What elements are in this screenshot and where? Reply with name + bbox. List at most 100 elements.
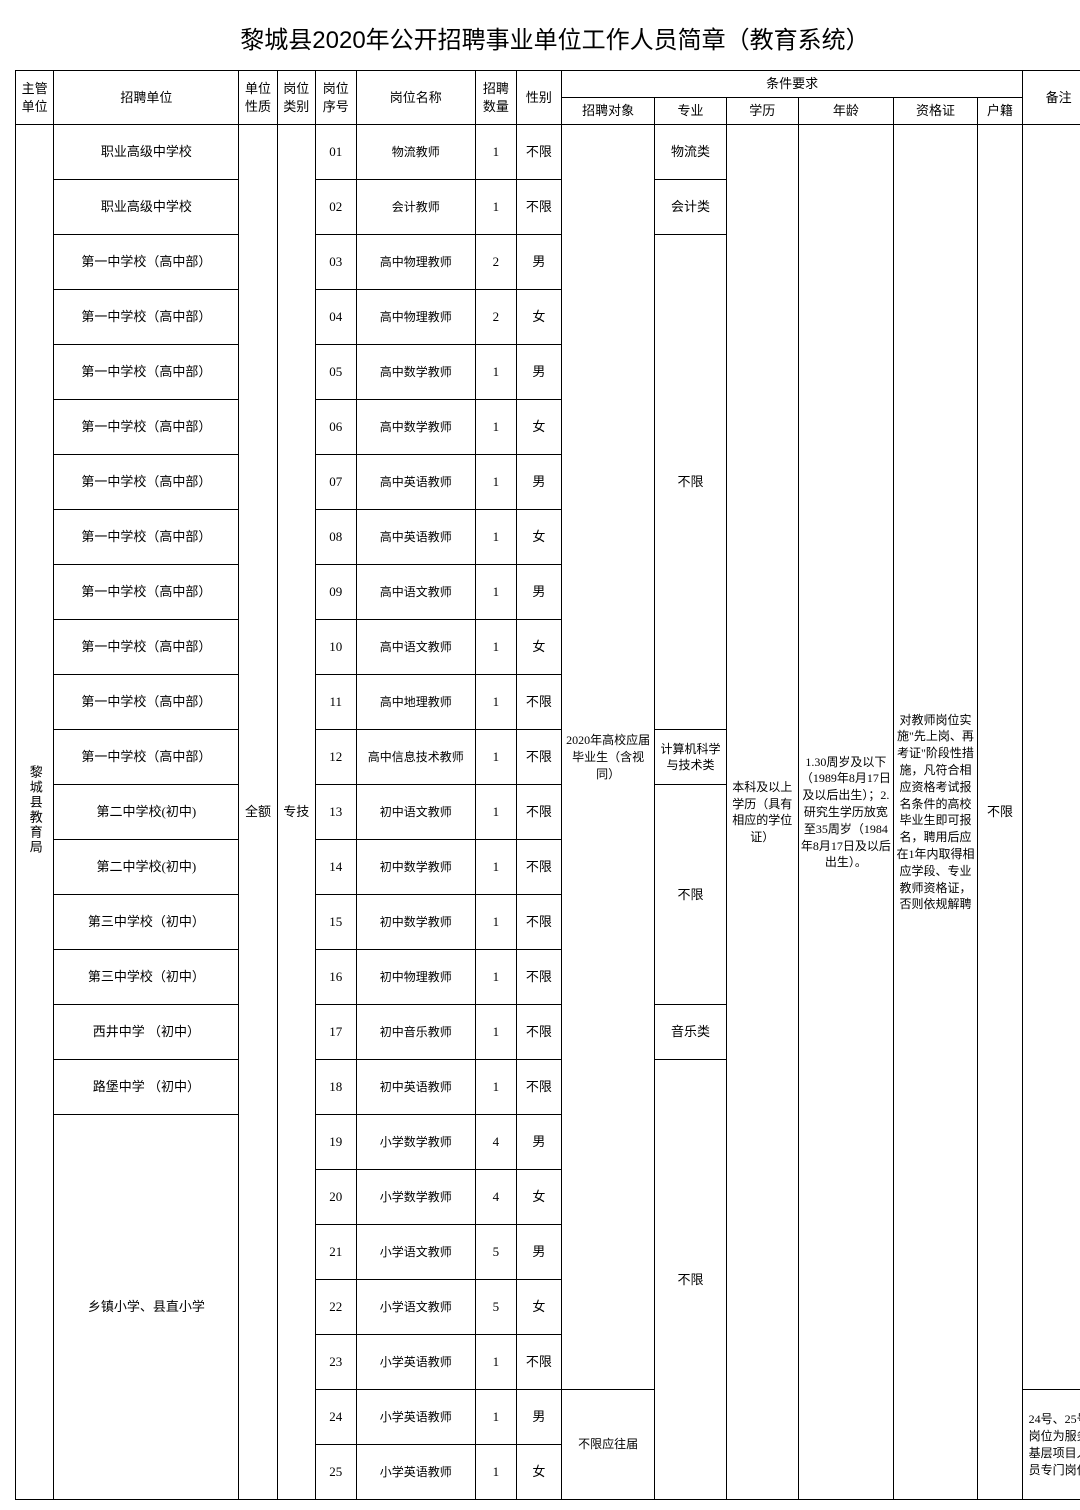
cell-name: 高中数学教师 bbox=[356, 400, 475, 455]
cell-name: 小学语文教师 bbox=[356, 1225, 475, 1280]
cell-gender: 不限 bbox=[516, 180, 561, 235]
cell-qty: 1 bbox=[476, 840, 517, 895]
cell-seq: 14 bbox=[315, 840, 356, 895]
cell-name: 初中语文教师 bbox=[356, 785, 475, 840]
cell-seq: 17 bbox=[315, 1005, 356, 1060]
cell-gender: 不限 bbox=[516, 125, 561, 180]
cell-gender: 不限 bbox=[516, 730, 561, 785]
cell-unit: 第一中学校（高中部） bbox=[54, 400, 239, 455]
cell-gender: 男 bbox=[516, 1225, 561, 1280]
cell-qty: 1 bbox=[476, 565, 517, 620]
cell-seq: 08 bbox=[315, 510, 356, 565]
cell-seq: 15 bbox=[315, 895, 356, 950]
cell-name: 小学英语教师 bbox=[356, 1445, 475, 1500]
th-gender: 性别 bbox=[516, 71, 561, 125]
cell-unit: 第三中学校（初中） bbox=[54, 895, 239, 950]
cell-seq: 18 bbox=[315, 1060, 356, 1115]
cell-name: 高中语文教师 bbox=[356, 565, 475, 620]
cell-unit: 第二中学校(初中) bbox=[54, 785, 239, 840]
cell-residence: 不限 bbox=[977, 125, 1022, 1500]
cell-unit: 乡镇小学、县直小学 bbox=[54, 1115, 239, 1500]
cell-gender: 男 bbox=[516, 235, 561, 290]
th-qty: 招聘数量 bbox=[476, 71, 517, 125]
cell-qty: 1 bbox=[476, 510, 517, 565]
cell-unit: 第一中学校（高中部） bbox=[54, 565, 239, 620]
cell-unit: 西井中学 （初中） bbox=[54, 1005, 239, 1060]
cell-gender: 不限 bbox=[516, 675, 561, 730]
cell-gender: 不限 bbox=[516, 895, 561, 950]
th-age: 年龄 bbox=[798, 98, 894, 125]
cell-unit: 第一中学校（高中部） bbox=[54, 510, 239, 565]
cell-unit: 第一中学校（高中部） bbox=[54, 455, 239, 510]
cell-gender: 女 bbox=[516, 1280, 561, 1335]
cell-seq: 01 bbox=[315, 125, 356, 180]
th-dept: 主管单位 bbox=[16, 71, 54, 125]
th-residence: 户籍 bbox=[977, 98, 1022, 125]
cell-name: 初中音乐教师 bbox=[356, 1005, 475, 1060]
cell-qty: 1 bbox=[476, 895, 517, 950]
cell-seq: 24 bbox=[315, 1390, 356, 1445]
cell-name: 高中数学教师 bbox=[356, 345, 475, 400]
cell-name: 高中物理教师 bbox=[356, 290, 475, 345]
cell-name: 物流教师 bbox=[356, 125, 475, 180]
recruitment-table: 主管单位 招聘单位 单位性质 岗位类别 岗位序号 岗位名称 招聘数量 性别 条件… bbox=[15, 70, 1080, 1500]
cell-seq: 12 bbox=[315, 730, 356, 785]
cell-qty: 1 bbox=[476, 180, 517, 235]
th-edu: 学历 bbox=[726, 98, 798, 125]
cell-seq: 16 bbox=[315, 950, 356, 1005]
cell-unit: 第一中学校（高中部） bbox=[54, 345, 239, 400]
cell-name: 高中语文教师 bbox=[356, 620, 475, 675]
cell-gender: 不限 bbox=[516, 950, 561, 1005]
cell-major: 物流类 bbox=[655, 125, 727, 180]
cell-major: 音乐类 bbox=[655, 1005, 727, 1060]
cell-qty: 4 bbox=[476, 1170, 517, 1225]
cell-name: 初中英语教师 bbox=[356, 1060, 475, 1115]
cell-seq: 21 bbox=[315, 1225, 356, 1280]
cell-name: 小学英语教师 bbox=[356, 1335, 475, 1390]
cell-qty: 1 bbox=[476, 1445, 517, 1500]
cell-gender: 男 bbox=[516, 345, 561, 400]
cell-gender: 不限 bbox=[516, 1060, 561, 1115]
th-seq: 岗位序号 bbox=[315, 71, 356, 125]
cell-unit: 第一中学校（高中部） bbox=[54, 730, 239, 785]
cell-cert: 对教师岗位实施"先上岗、再考证"阶段性措施，凡符合相应资格考试报名条件的高校毕业… bbox=[894, 125, 978, 1500]
cell-cat: 专技 bbox=[277, 125, 315, 1500]
cell-major: 不限 bbox=[655, 785, 727, 1005]
cell-gender: 男 bbox=[516, 565, 561, 620]
cell-qty: 1 bbox=[476, 400, 517, 455]
cell-age: 1.30周岁及以下（1989年8月17日及以后出生）；2.研究生学历放宽至35周… bbox=[798, 125, 894, 1500]
th-cat: 岗位类别 bbox=[277, 71, 315, 125]
cell-qty: 1 bbox=[476, 730, 517, 785]
cell-name: 初中数学教师 bbox=[356, 840, 475, 895]
cell-seq: 03 bbox=[315, 235, 356, 290]
cell-name: 小学语文教师 bbox=[356, 1280, 475, 1335]
cell-seq: 25 bbox=[315, 1445, 356, 1500]
th-name: 岗位名称 bbox=[356, 71, 475, 125]
th-target: 招聘对象 bbox=[562, 98, 655, 125]
th-major: 专业 bbox=[655, 98, 727, 125]
cell-seq: 10 bbox=[315, 620, 356, 675]
cell-qty: 4 bbox=[476, 1115, 517, 1170]
th-req: 条件要求 bbox=[562, 71, 1023, 98]
cell-unit: 第一中学校（高中部） bbox=[54, 675, 239, 730]
cell-remark bbox=[1023, 125, 1080, 1390]
cell-qty: 5 bbox=[476, 1280, 517, 1335]
cell-qty: 1 bbox=[476, 785, 517, 840]
cell-qty: 5 bbox=[476, 1225, 517, 1280]
cell-unit: 职业高级中学校 bbox=[54, 125, 239, 180]
cell-name: 小学数学教师 bbox=[356, 1170, 475, 1225]
cell-name: 高中英语教师 bbox=[356, 455, 475, 510]
cell-seq: 05 bbox=[315, 345, 356, 400]
cell-edu: 本科及以上学历（具有相应的学位证） bbox=[726, 125, 798, 1500]
cell-gender: 男 bbox=[516, 1390, 561, 1445]
cell-name: 高中物理教师 bbox=[356, 235, 475, 290]
cell-seq: 13 bbox=[315, 785, 356, 840]
cell-gender: 女 bbox=[516, 400, 561, 455]
cell-unit: 路堡中学 （初中） bbox=[54, 1060, 239, 1115]
cell-gender: 女 bbox=[516, 620, 561, 675]
cell-unit: 第一中学校（高中部） bbox=[54, 620, 239, 675]
cell-name: 小学英语教师 bbox=[356, 1390, 475, 1445]
cell-gender: 男 bbox=[516, 455, 561, 510]
th-remark: 备注 bbox=[1023, 71, 1080, 125]
cell-major: 不限 bbox=[655, 235, 727, 730]
